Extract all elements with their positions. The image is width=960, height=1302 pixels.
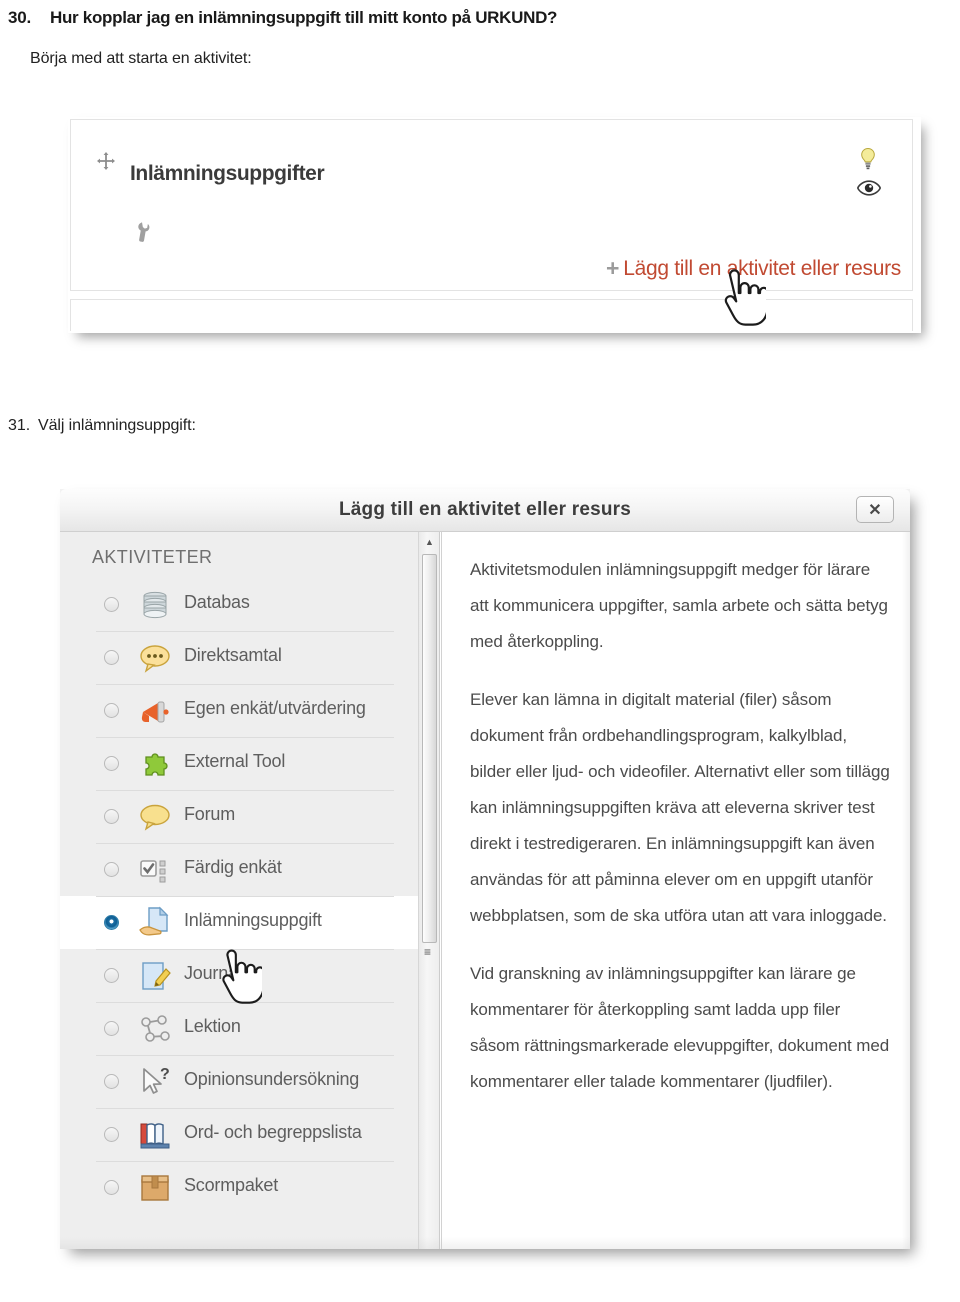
description-paragraph: Aktivitetsmodulen inlämningsuppgift medg… — [470, 560, 888, 651]
activity-label: Databas — [184, 592, 250, 612]
add-activity-link[interactable]: + Lägg till en aktivitet eller resurs — [606, 255, 901, 282]
open-book-icon — [138, 1118, 172, 1152]
add-activity-row: + Lägg till en aktivitet eller resurs — [70, 255, 913, 289]
row-separator — [96, 1161, 394, 1162]
activity-label: External Tool — [184, 751, 286, 771]
activity-label: Forum — [184, 804, 236, 824]
row-separator — [96, 631, 394, 632]
row-separator — [96, 684, 394, 685]
activity-label: Direktsamtal — [184, 645, 282, 665]
activity-label: Journal — [184, 963, 242, 983]
svg-text:?: ? — [160, 1066, 170, 1083]
activity-row-egen-enk-t-utv-rdering[interactable]: Egen enkät/utvärdering — [60, 684, 418, 737]
activity-row-f-rdig-enk-t[interactable]: Färdig enkät — [60, 843, 418, 896]
description-paragraph: Elever kan lämna in digitalt material (f… — [470, 690, 890, 925]
screenshot-course-section: Inlämningsuppgifter + Lägg till en aktiv… — [68, 117, 921, 333]
package-box-icon — [138, 1171, 172, 1205]
activity-label: Inlämningsuppgift — [184, 910, 322, 930]
row-separator — [96, 1002, 394, 1003]
dialog-bottom-fade — [60, 1237, 910, 1249]
megaphone-icon — [138, 694, 172, 728]
scroll-up-arrow-icon[interactable]: ▲ — [419, 532, 440, 552]
next-section-container — [70, 299, 913, 331]
activities-scrollbar[interactable]: ▲ — [418, 532, 440, 1249]
activity-description: Aktivitetsmodulen inlämningsuppgift medg… — [470, 552, 890, 1122]
radio-button[interactable] — [104, 1127, 119, 1142]
activity-row-opinionsunders-kning[interactable]: ? Opinionsundersökning — [60, 1055, 418, 1108]
activity-label: Scormpaket — [184, 1175, 279, 1195]
question-30-title: Hur kopplar jag en inlämningsuppgift til… — [50, 8, 558, 27]
activity-row-forum[interactable]: Forum — [60, 790, 418, 843]
activity-row-external-tool[interactable]: External Tool — [60, 737, 418, 790]
activity-list: Databas Direktsamtal Egen enkät/utvärder… — [60, 578, 418, 1214]
assignment-hand-icon — [138, 906, 172, 940]
dialog-titlebar: Lägg till en aktivitet eller resurs ✕ — [60, 489, 910, 532]
activity-label: Egen enkät/utvärdering — [184, 698, 366, 718]
screenshot-activity-chooser: Lägg till en aktivitet eller resurs ✕ AK… — [60, 489, 910, 1249]
activity-row-lektion[interactable]: Lektion — [60, 1002, 418, 1055]
speech-bubble-icon — [138, 800, 172, 834]
activities-pane: AKTIVITETER Databas Direktsamtal Egen en… — [60, 532, 418, 1249]
description-pane: Aktivitetsmodulen inlämningsuppgift medg… — [442, 532, 910, 1249]
description-pane-edge — [902, 532, 910, 1249]
chat-bubble-icon — [138, 641, 172, 675]
resize-grip-icon[interactable]: ≡ — [424, 946, 435, 958]
activities-heading: AKTIVITETER — [92, 547, 213, 567]
activity-row-inl-mningsuppgift[interactable]: Inlämningsuppgift — [60, 896, 418, 949]
row-separator — [96, 1108, 394, 1109]
checklist-icon — [138, 853, 172, 887]
close-icon[interactable]: ✕ — [856, 496, 894, 523]
database-icon — [138, 588, 172, 622]
radio-button[interactable] — [104, 809, 119, 824]
radio-button[interactable] — [104, 650, 119, 665]
question-31-number: 31. — [8, 417, 31, 434]
row-separator — [96, 949, 394, 950]
cursor-question-icon: ? — [138, 1065, 172, 1099]
activity-label: Lektion — [184, 1016, 241, 1036]
scrollbar-thumb[interactable] — [422, 554, 437, 943]
radio-button[interactable] — [104, 703, 119, 718]
activity-row-scormpaket[interactable]: Scormpaket — [60, 1161, 418, 1214]
activity-row-databas[interactable]: Databas — [60, 578, 418, 631]
question-30-number: 30. — [8, 8, 32, 27]
activity-label: Ord- och begreppslista — [184, 1122, 362, 1142]
question-31-title: Välj inlämningsuppgift: — [38, 417, 196, 434]
row-separator — [96, 737, 394, 738]
radio-button[interactable] — [104, 1021, 119, 1036]
dialog-body: AKTIVITETER Databas Direktsamtal Egen en… — [60, 532, 910, 1249]
radio-button[interactable] — [104, 1180, 119, 1195]
row-separator — [96, 1055, 394, 1056]
plus-icon: + — [606, 255, 620, 281]
radio-button[interactable] — [104, 756, 119, 771]
row-separator — [96, 843, 394, 844]
activity-row-direktsamtal[interactable]: Direktsamtal — [60, 631, 418, 684]
move-handle-icon[interactable] — [96, 151, 116, 171]
document-pencil-icon — [138, 959, 172, 993]
radio-button[interactable] — [104, 968, 119, 983]
eye-visibility-icon[interactable] — [856, 180, 882, 196]
intro-instruction: Börja med att starta en aktivitet: — [30, 50, 252, 67]
radio-button[interactable] — [104, 597, 119, 612]
activity-label: Färdig enkät — [184, 857, 282, 877]
activity-label: Opinionsundersökning — [184, 1069, 360, 1089]
section-title: Inlämningsuppgifter — [130, 162, 325, 185]
lightbulb-icon[interactable] — [858, 147, 878, 175]
node-graph-icon — [138, 1012, 172, 1046]
course-section-content: Inlämningsuppgifter + Lägg till en aktiv… — [68, 117, 921, 333]
activity-row-journal[interactable]: Journal — [60, 949, 418, 1002]
radio-button[interactable] — [104, 862, 119, 877]
description-paragraph: Vid granskning av inlämningsuppgifter ka… — [470, 964, 890, 1091]
dialog-title: Lägg till en aktivitet eller resurs — [338, 499, 632, 520]
activity-row-ord-och-begreppslista[interactable]: Ord- och begreppslista — [60, 1108, 418, 1161]
radio-button[interactable] — [104, 1074, 119, 1089]
radio-button[interactable] — [104, 915, 119, 930]
add-activity-label: Lägg till en aktivitet eller resurs — [623, 257, 901, 280]
row-separator — [96, 790, 394, 791]
puzzle-piece-icon — [138, 747, 172, 781]
row-separator — [96, 896, 394, 897]
